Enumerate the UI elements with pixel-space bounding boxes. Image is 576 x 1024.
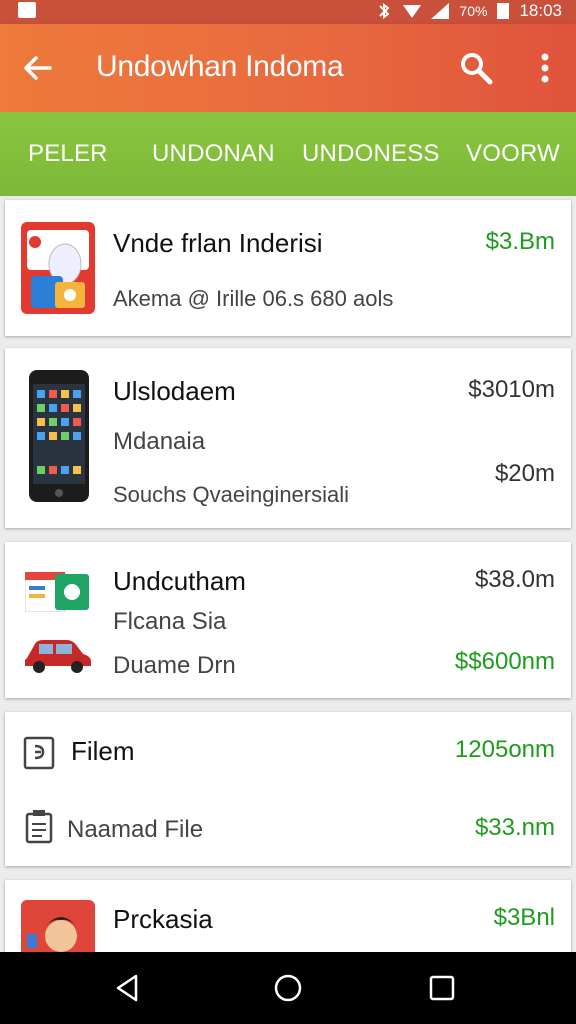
clock: 18:03	[519, 1, 562, 20]
back-arrow-icon[interactable]	[20, 50, 56, 86]
item-line3: Duame Drn	[113, 652, 236, 679]
list-item[interactable]: Filem Naamad File 1205onm $33.nm	[5, 712, 571, 866]
item-price-secondary: $33.nm	[474, 814, 555, 841]
battery-icon	[497, 3, 510, 19]
item-price: 1205onm	[454, 736, 555, 763]
nav-home-icon[interactable]	[270, 970, 306, 1006]
wifi-icon	[403, 5, 422, 18]
list-item[interactable]: Ulslodaem Mdanaia Souchs Qvaeinginersial…	[5, 348, 571, 528]
item-line3: Souchs Qvaeinginersiali	[113, 482, 350, 507]
item-title: Vnde frlan Inderisi	[113, 228, 323, 258]
app-bar: Undowhan Indoma	[0, 24, 576, 112]
nav-recents-icon[interactable]	[424, 970, 460, 1006]
search-icon[interactable]	[458, 50, 494, 86]
notification-icon	[18, 2, 36, 18]
nav-back-icon[interactable]	[110, 970, 146, 1006]
item-subtitle: Akema @ Irille 06.s 680 aols	[113, 286, 394, 311]
tab-bar: PELER UNDONAN UNDONESS VOORW	[0, 112, 576, 196]
app-thumbnail-icon	[21, 222, 95, 314]
phone-thumbnail-icon	[29, 370, 89, 502]
item-price: $3010m	[468, 376, 555, 403]
item-line2: Naamad File	[67, 816, 204, 843]
item-title: Ulslodaem	[113, 376, 236, 406]
tab-undonan[interactable]: UNDONAN	[152, 140, 275, 168]
document-icon	[25, 810, 53, 844]
item-line2: Flcana Sia	[113, 608, 227, 635]
more-vert-icon[interactable]	[530, 50, 560, 86]
item-price-secondary: $20m	[494, 460, 555, 487]
navigation-bar	[0, 952, 576, 1024]
item-line2: Mdanaia	[113, 428, 206, 455]
list-item[interactable]: Prckasia $3Bnl	[5, 880, 571, 960]
item-title: Prckasia	[113, 904, 213, 934]
item-price-secondary: $$600nm	[454, 648, 555, 675]
page-title: Undowhan Indoma	[96, 50, 344, 83]
tab-peler[interactable]: PELER	[28, 140, 108, 168]
web-thumbnail-icon	[25, 572, 89, 612]
tab-voorw[interactable]: VOORW	[466, 140, 560, 168]
status-bar: 70% 18:03	[0, 0, 576, 24]
signal-icon	[431, 3, 450, 19]
tab-undoness[interactable]: UNDONESS	[302, 140, 440, 168]
avatar-thumbnail-icon	[21, 900, 95, 960]
list-item[interactable]: Vnde frlan Inderisi Akema @ Irille 06.s …	[5, 200, 571, 336]
battery-percent: 70%	[459, 3, 488, 19]
item-title: Filem	[71, 736, 135, 766]
item-price: $3.Bm	[485, 228, 555, 255]
file-link-icon	[23, 736, 55, 770]
item-price: $3Bnl	[493, 904, 555, 931]
bluetooth-icon	[379, 3, 390, 19]
list-item[interactable]: Undcutham Flcana Sia Duame Drn $38.0m $$…	[5, 542, 571, 698]
car-icon	[25, 640, 91, 673]
item-price: $38.0m	[474, 566, 555, 593]
item-title: Undcutham	[113, 566, 246, 596]
